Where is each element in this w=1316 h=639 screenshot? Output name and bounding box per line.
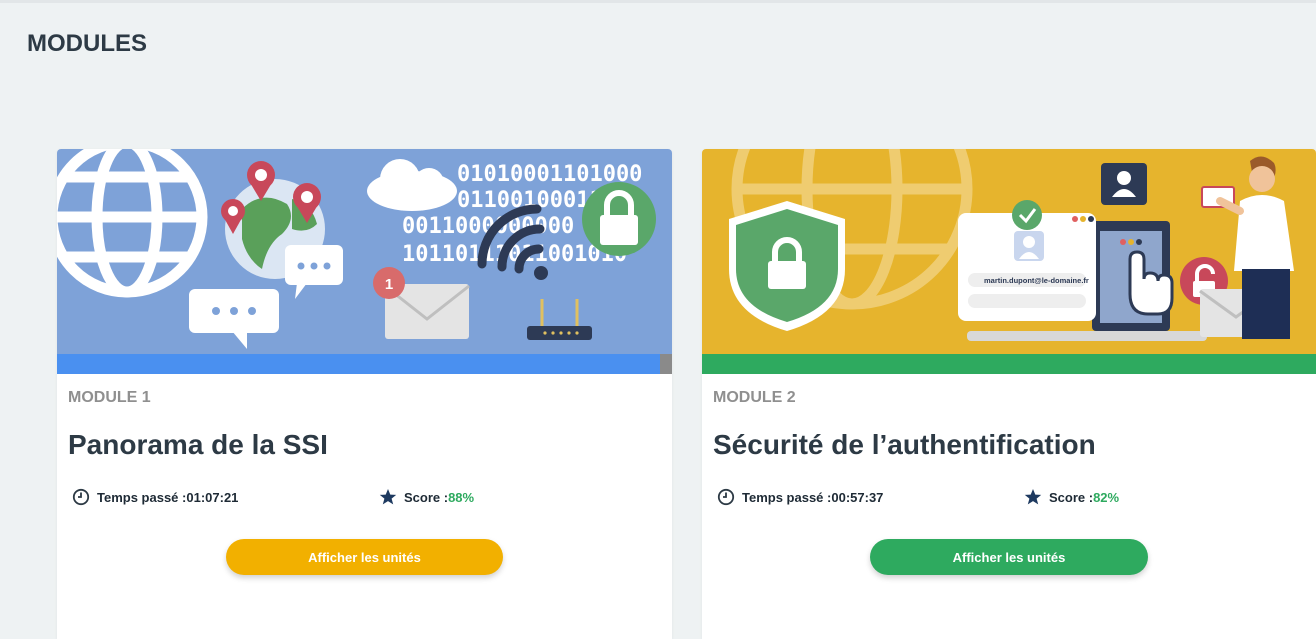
module-2-score: Score : 82% [1024,488,1119,506]
star-icon [379,489,397,505]
score-value: 88% [448,489,475,505]
show-units-button[interactable]: Afficher les unités [870,539,1148,575]
email-text: martin.dupont@le-domaine.fr [984,276,1089,285]
module-2-label: MODULE 2 [713,389,796,406]
star-icon [1024,489,1042,505]
module-1-time-spent: Temps passé : 01:07:21 [72,488,238,506]
time-spent-value: 01:07:21 [186,489,239,505]
score-label: Score : [404,489,449,505]
time-spent-label: Temps passé : [742,489,832,505]
clock-icon [72,488,90,506]
module-1-banner-image: 01010001101000 01100100011001 0011000000… [57,149,672,354]
page-title: MODULES [27,30,147,57]
module-1-score: Score : 88% [379,488,474,506]
module-1-label: MODULE 1 [68,389,151,406]
time-spent-label: Temps passé : [97,489,187,505]
module-2-progress-bar [702,354,1316,374]
top-border [0,0,1316,3]
lock-icon [582,182,656,256]
login-card-icon: martin.dupont@le-domaine.fr [958,200,1096,321]
clock-icon [717,488,735,506]
time-spent-value: 00:57:37 [831,489,884,505]
module-2-banner-image: martin.dupont@le-domaine.fr [702,149,1316,354]
module-card-1: 01010001101000 01100100011001 0011000000… [57,149,672,639]
svg-text:10110111011001010: 10110111011001010 [402,242,627,267]
module-2-time-spent: Temps passé : 00:57:37 [717,488,883,506]
show-units-button[interactable]: Afficher les unités [226,539,503,575]
module-1-progress-fill [57,354,660,374]
module-card-2: martin.dupont@le-domaine.fr MODULE 2 Séc… [702,149,1316,639]
module-1-title: Panorama de la SSI [68,429,328,460]
module-2-title: Sécurité de l’authentification [713,429,1096,460]
module-1-progress-bar [57,354,672,374]
user-profile-icon [1101,163,1147,205]
score-value: 82% [1093,489,1120,505]
module-2-progress-fill [702,354,1316,374]
notification-badge: 1 [385,276,393,293]
score-label: Score : [1049,489,1094,505]
